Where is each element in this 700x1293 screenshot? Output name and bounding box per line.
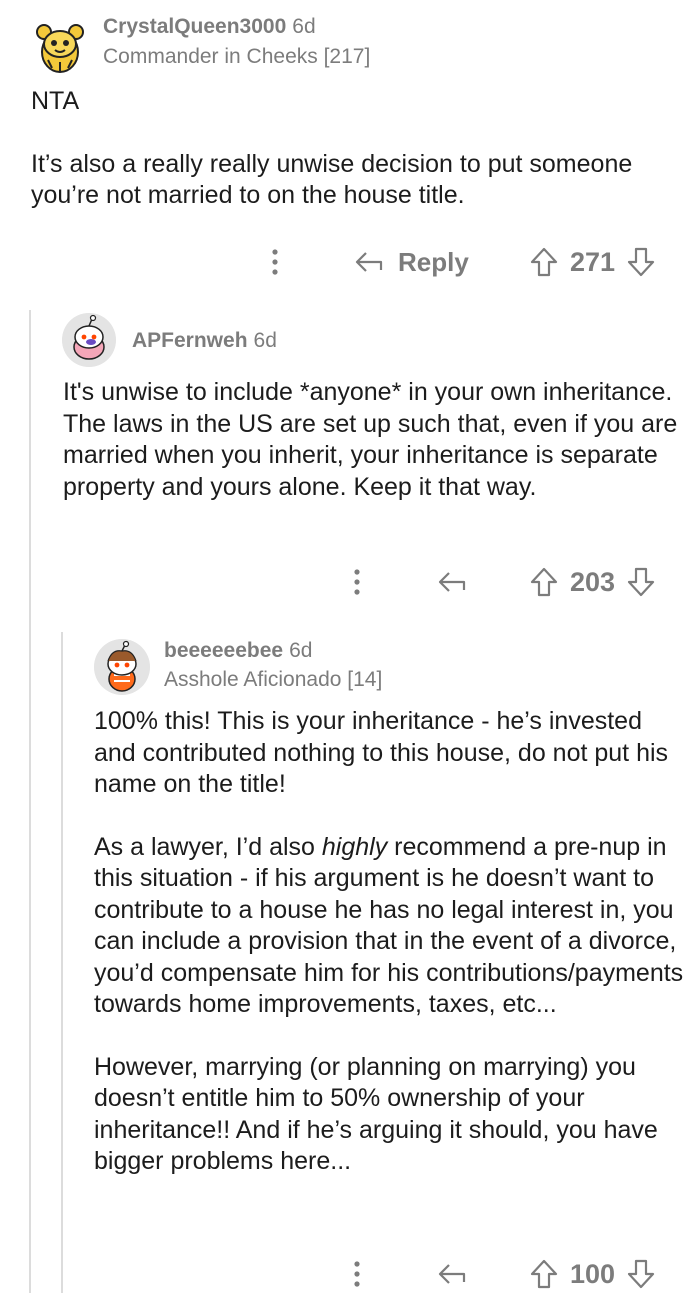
timestamp: 6d <box>292 15 316 38</box>
downvote-arrow-icon[interactable] <box>627 1259 655 1289</box>
reply-button[interactable] <box>437 564 467 600</box>
username[interactable]: APFernweh <box>132 329 248 352</box>
text-run: As a lawyer, I’d also <box>94 832 315 861</box>
vote-score: 271 <box>570 246 616 277</box>
downvote-arrow-icon[interactable] <box>627 247 655 277</box>
comment-paragraph: As a lawyer, I’d also highly recommend a… <box>94 832 689 1021</box>
comment-paragraph: However, marrying (or planning on marryi… <box>94 1052 658 1176</box>
reply-arrow-icon <box>437 570 467 594</box>
reply-label: Reply <box>398 246 469 277</box>
comment-body: 100% this! This is your inheritance - he… <box>94 706 689 1178</box>
upvote-arrow-icon[interactable] <box>530 247 558 277</box>
comment-paragraph: NTA <box>31 87 80 115</box>
downvote-arrow-icon[interactable] <box>627 567 655 597</box>
comment-body: NTA It’s also a really really unwise dec… <box>31 86 691 212</box>
upvote-arrow-icon[interactable] <box>530 567 558 597</box>
vote-score: 203 <box>570 566 616 597</box>
more-vertical-icon[interactable] <box>262 244 288 280</box>
vote-score: 100 <box>570 1258 616 1289</box>
reply-arrow-icon <box>437 1262 467 1286</box>
more-vertical-icon[interactable] <box>344 564 370 600</box>
upvote-arrow-icon[interactable] <box>530 1259 558 1289</box>
more-vertical-icon[interactable] <box>344 1256 370 1292</box>
timestamp: 6d <box>253 329 277 352</box>
italic-text: highly <box>321 832 388 861</box>
reply-button[interactable] <box>437 1256 467 1292</box>
user-flair: Commander in Cheeks [217] <box>103 45 371 68</box>
avatar[interactable] <box>30 16 90 76</box>
username[interactable]: beeeeeebee <box>164 639 283 662</box>
avatar[interactable] <box>62 313 116 367</box>
user-flair: Asshole Aficionado [14] <box>164 668 383 691</box>
avatar[interactable] <box>94 639 150 695</box>
username[interactable]: CrystalQueen3000 <box>103 15 286 38</box>
comment-body: It's unwise to include *anyone* in your … <box>63 377 688 503</box>
reply-arrow-icon <box>354 250 384 274</box>
reply-button[interactable]: Reply <box>354 244 469 280</box>
timestamp: 6d <box>289 639 313 662</box>
thread-line[interactable] <box>29 310 31 630</box>
comment-paragraph: 100% this! This is your inheritance - he… <box>94 707 669 798</box>
thread-line[interactable] <box>61 632 63 1293</box>
comment-paragraph: It’s also a really really unwise decisio… <box>31 149 633 210</box>
thread-line[interactable] <box>29 630 31 1293</box>
comment-paragraph: It's unwise to include *anyone* in your … <box>63 378 678 501</box>
